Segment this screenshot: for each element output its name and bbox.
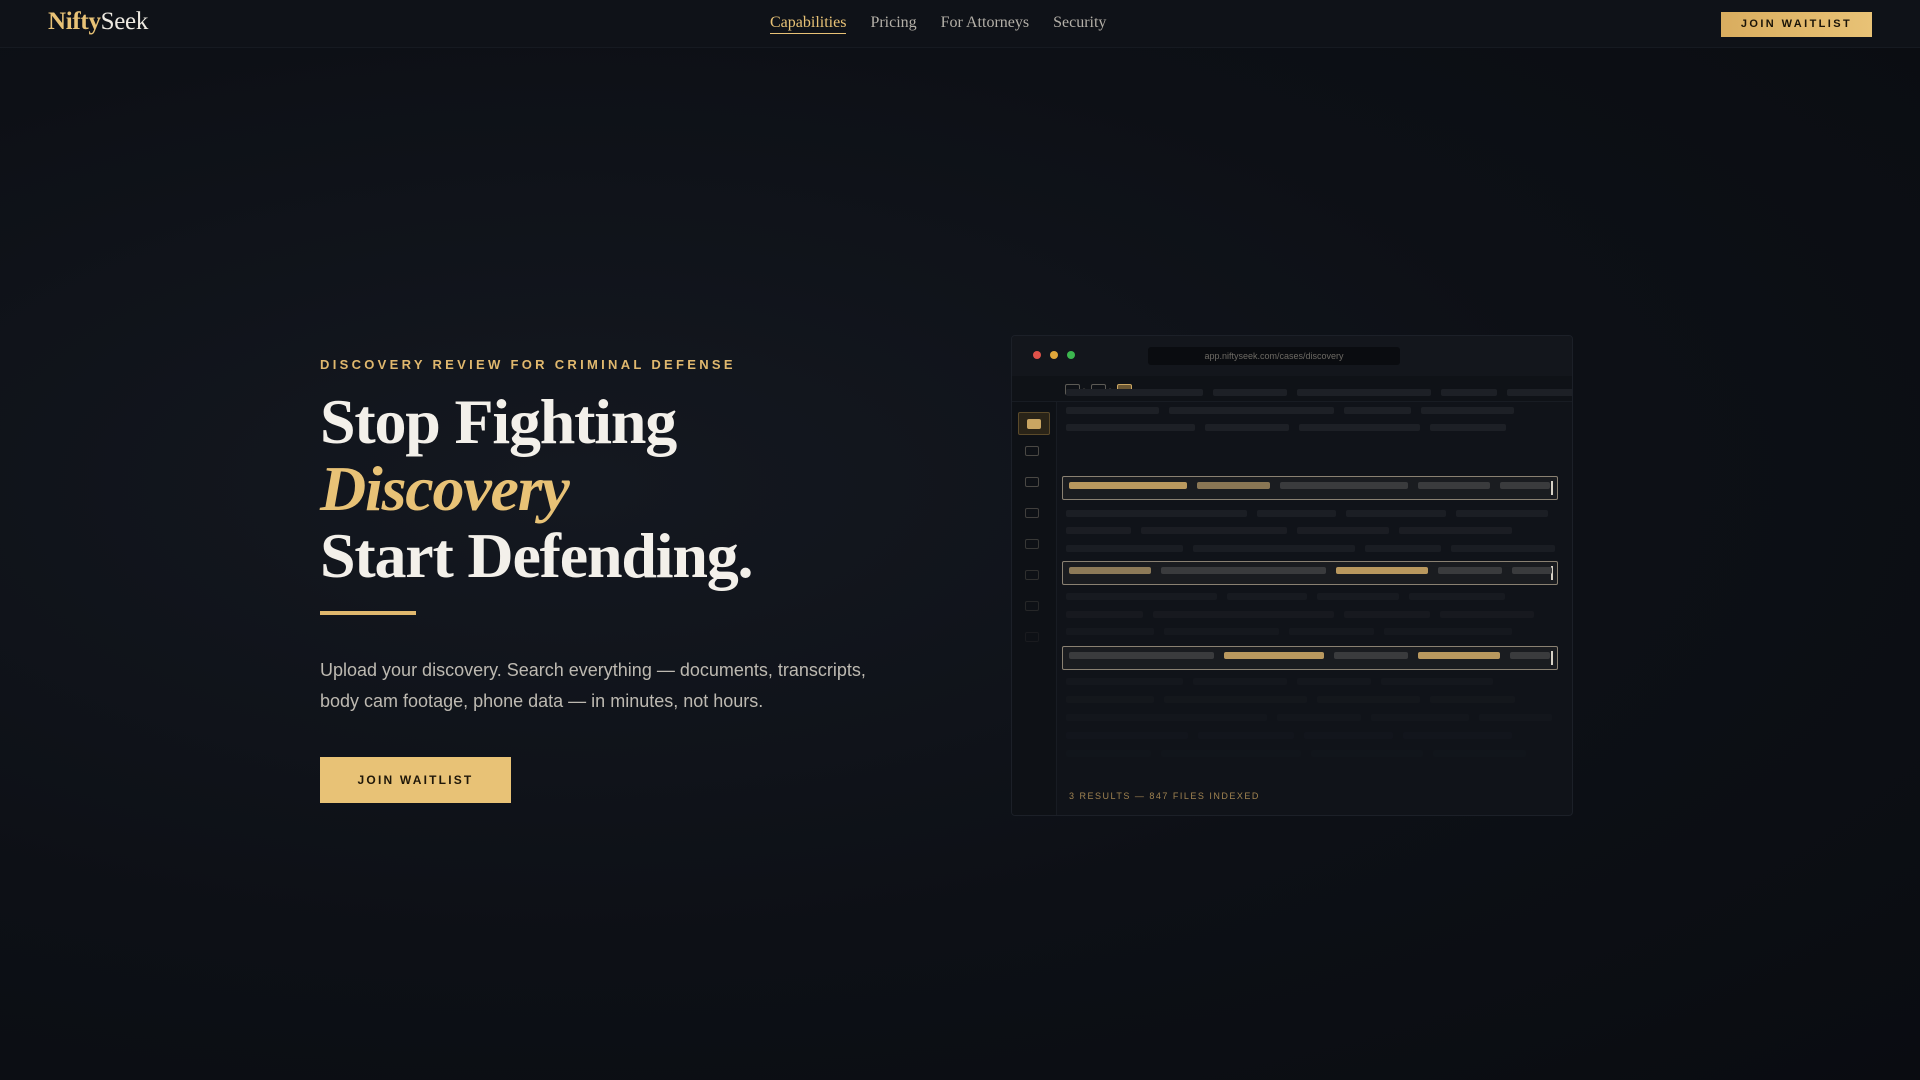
- text-line-placeholder: [1066, 678, 1183, 685]
- text-line-placeholder: [1066, 527, 1131, 534]
- text-line-placeholder: [1066, 696, 1154, 703]
- text-line-placeholder: [1066, 545, 1183, 552]
- text-line-placeholder: [1430, 696, 1515, 703]
- text-line-placeholder: [1164, 696, 1307, 703]
- text-line-placeholder: [1479, 714, 1552, 721]
- text-line-placeholder: [1224, 652, 1324, 659]
- text-line-placeholder: [1161, 750, 1301, 757]
- text-line-placeholder: [1440, 611, 1534, 618]
- hero-join-waitlist-button[interactable]: JOIN WAITLIST: [320, 757, 511, 803]
- text-line-placeholder: [1512, 567, 1552, 574]
- text-line-placeholder: [1399, 527, 1512, 534]
- text-line-placeholder: [1500, 482, 1550, 489]
- text-line-placeholder: [1418, 652, 1500, 659]
- text-line-placeholder: [1069, 652, 1214, 659]
- text-line-placeholder: [1066, 407, 1159, 414]
- logo[interactable]: NiftySeek: [48, 8, 148, 36]
- text-line-placeholder: [1510, 652, 1550, 659]
- nav-link-security[interactable]: Security: [1053, 14, 1106, 34]
- text-line-placeholder: [1311, 750, 1423, 757]
- text-line-placeholder: [1299, 424, 1420, 431]
- text-line-placeholder: [1205, 424, 1289, 431]
- text-line-placeholder: [1317, 593, 1399, 600]
- text-line-placeholder: [1441, 389, 1497, 396]
- text-line-placeholder: [1197, 482, 1270, 489]
- nav-links: Capabilities Pricing For Attorneys Secur…: [770, 14, 1106, 34]
- text-line-placeholder: [1066, 510, 1247, 517]
- text-line-placeholder: [1421, 407, 1514, 414]
- text-line-placeholder: [1213, 389, 1287, 396]
- text-line-placeholder: [1317, 696, 1420, 703]
- nav-link-capabilities[interactable]: Capabilities: [770, 14, 847, 34]
- text-line-placeholder: [1198, 732, 1294, 739]
- text-line-placeholder: [1164, 628, 1279, 635]
- text-line-placeholder: [1403, 732, 1512, 739]
- text-line-placeholder: [1277, 714, 1361, 721]
- text-line-placeholder: [1451, 545, 1555, 552]
- text-line-placeholder: [1066, 628, 1154, 635]
- text-line-placeholder: [1153, 611, 1334, 618]
- text-line-placeholder: [1371, 714, 1469, 721]
- text-line-placeholder: [1193, 545, 1355, 552]
- text-line-placeholder: [1418, 482, 1490, 489]
- text-line-placeholder: [1346, 510, 1446, 517]
- text-line-placeholder: [1344, 611, 1430, 618]
- hero-eyebrow: DISCOVERY REVIEW FOR CRIMINAL DEFENSE: [320, 357, 736, 372]
- hero-headline-line-1: Stop Fighting: [320, 386, 677, 457]
- nav-link-pricing[interactable]: Pricing: [870, 14, 916, 34]
- text-line-placeholder: [1193, 678, 1287, 685]
- text-line-placeholder: [1066, 611, 1143, 618]
- top-nav: NiftySeek Capabilities Pricing For Attor…: [0, 0, 1920, 48]
- nav-link-for-attorneys[interactable]: For Attorneys: [941, 14, 1029, 34]
- text-line-placeholder: [1066, 714, 1267, 721]
- hero-description: Upload your discovery. Search everything…: [320, 660, 866, 711]
- text-line-placeholder: [1297, 527, 1389, 534]
- text-line-placeholder: [1066, 750, 1151, 757]
- text-line-placeholder: [1334, 652, 1408, 659]
- text-line-placeholder: [1456, 510, 1548, 517]
- nav-join-waitlist-button[interactable]: JOIN WAITLIST: [1721, 12, 1872, 37]
- text-line-placeholder: [1066, 732, 1188, 739]
- text-line-placeholder: [1289, 628, 1374, 635]
- text-line-placeholder: [1304, 732, 1393, 739]
- text-line-placeholder: [1381, 678, 1493, 685]
- logo-text-secondary: Seek: [100, 8, 149, 35]
- text-line-placeholder: [1066, 389, 1203, 396]
- text-line-placeholder: [1297, 678, 1371, 685]
- text-line-placeholder: [1430, 424, 1506, 431]
- text-line-placeholder: [1365, 545, 1441, 552]
- text-line-placeholder: [1507, 389, 1572, 396]
- text-line-placeholder: [1227, 593, 1307, 600]
- document-text-lines: [1012, 336, 1572, 815]
- hero-headline-line-3: Start Defending.: [320, 520, 754, 591]
- logo-text-primary: Nifty: [48, 8, 101, 35]
- text-line-placeholder: [1297, 389, 1431, 396]
- text-line-placeholder: [1438, 567, 1502, 574]
- text-line-placeholder: [1161, 567, 1326, 574]
- text-line-placeholder: [1066, 424, 1195, 431]
- text-line-placeholder: [1336, 567, 1428, 574]
- results-status: 3 RESULTS — 847 FILES INDEXED: [1069, 791, 1260, 801]
- app-preview-window: app.niftyseek.com/cases/discovery > > 3 …: [1011, 335, 1573, 816]
- text-line-placeholder: [1066, 593, 1217, 600]
- text-line-placeholder: [1169, 407, 1334, 414]
- headline-divider: [320, 611, 416, 615]
- text-line-placeholder: [1433, 750, 1526, 757]
- text-line-placeholder: [1069, 482, 1187, 489]
- hero-headline-line-2: Discovery: [320, 453, 570, 524]
- text-line-placeholder: [1141, 527, 1287, 534]
- text-line-placeholder: [1409, 593, 1505, 600]
- text-line-placeholder: [1257, 510, 1336, 517]
- text-line-placeholder: [1344, 407, 1411, 414]
- text-line-placeholder: [1280, 482, 1408, 489]
- text-line-placeholder: [1384, 628, 1512, 635]
- text-line-placeholder: [1069, 567, 1151, 574]
